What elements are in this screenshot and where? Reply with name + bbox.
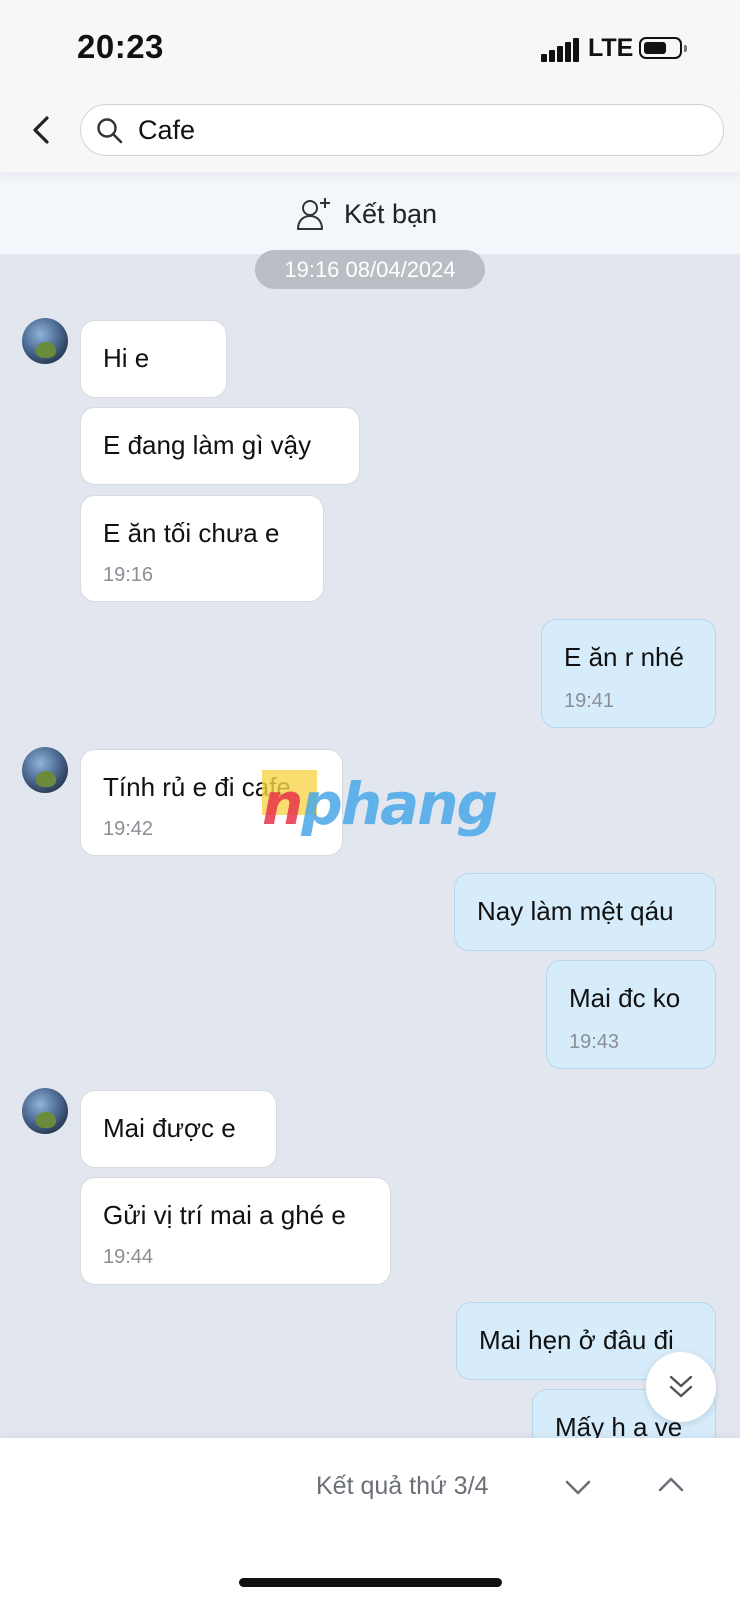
back-icon[interactable] <box>25 110 61 150</box>
friend-bar: Kết bạn <box>0 172 740 254</box>
chevron-up-icon[interactable] <box>656 1472 686 1496</box>
message-text: E ăn tối chưa e <box>103 518 280 548</box>
double-chevron-down-icon <box>669 1375 693 1398</box>
message-text: Nay làm mệt qáu <box>477 896 674 926</box>
message-bubble[interactable]: E ăn r nhé 19:41 <box>541 619 716 728</box>
search-field[interactable]: Cafe <box>80 104 724 156</box>
watermark-text: nphang <box>262 770 498 838</box>
network-type: LTE <box>588 34 634 62</box>
avatar[interactable] <box>22 747 68 793</box>
status-time: 20:23 <box>77 28 164 65</box>
message-bubble[interactable]: Hi e <box>80 320 227 398</box>
scroll-to-bottom-button[interactable] <box>646 1352 716 1422</box>
avatar[interactable] <box>22 318 68 364</box>
home-indicator <box>239 1578 502 1587</box>
message-bubble[interactable]: Nay làm mệt qáu <box>454 873 716 951</box>
message-time: 19:42 <box>103 818 154 840</box>
message-time: 19:43 <box>569 1031 620 1053</box>
message-text: E ăn r nhé <box>564 642 684 672</box>
avatar[interactable] <box>22 1088 68 1134</box>
message-bubble[interactable]: E đang làm gì vậy <box>80 407 360 485</box>
chevron-down-icon[interactable] <box>563 1476 593 1500</box>
message-bubble[interactable]: Mai được e <box>80 1090 277 1168</box>
message-text: E đang làm gì vậy <box>103 430 312 460</box>
add-friend-label: Kết bạn <box>344 198 438 229</box>
message-text: Hi e <box>103 343 150 373</box>
add-friend-icon <box>297 198 330 230</box>
message-time: 19:41 <box>564 690 615 712</box>
message-text: Mai đc ko <box>569 983 681 1013</box>
watermark-logo: nphang <box>262 770 498 840</box>
message-text: Mai hẹn ở đâu đi <box>479 1325 674 1355</box>
top-bar: Cafe <box>0 90 740 172</box>
add-friend-button[interactable]: Kết bạn <box>296 194 437 234</box>
message-bubble[interactable]: E ăn tối chưa e 19:16 <box>80 495 324 602</box>
message-time: 19:44 <box>103 1246 154 1268</box>
search-icon <box>97 118 123 144</box>
status-bar: 20:23 LTE <box>0 0 740 90</box>
search-result-counter: Kết quả thứ 3/4 <box>316 1472 489 1500</box>
message-bubble[interactable]: Gửi vị trí mai a ghé e 19:44 <box>80 1177 391 1285</box>
signal-icon <box>541 38 579 62</box>
message-text: Mai được e <box>103 1113 236 1143</box>
search-query: Cafe <box>138 115 196 145</box>
message-text: Gửi vị trí mai a ghé e <box>103 1200 346 1230</box>
battery-icon <box>639 37 687 59</box>
search-navigation-bar: Kết quả thứ 3/4 <box>0 1438 740 1600</box>
message-bubble[interactable]: Mai đc ko 19:43 <box>546 960 716 1069</box>
message-time: 19:16 <box>103 564 154 586</box>
date-separator: 19:16 08/04/2024 <box>255 250 485 289</box>
